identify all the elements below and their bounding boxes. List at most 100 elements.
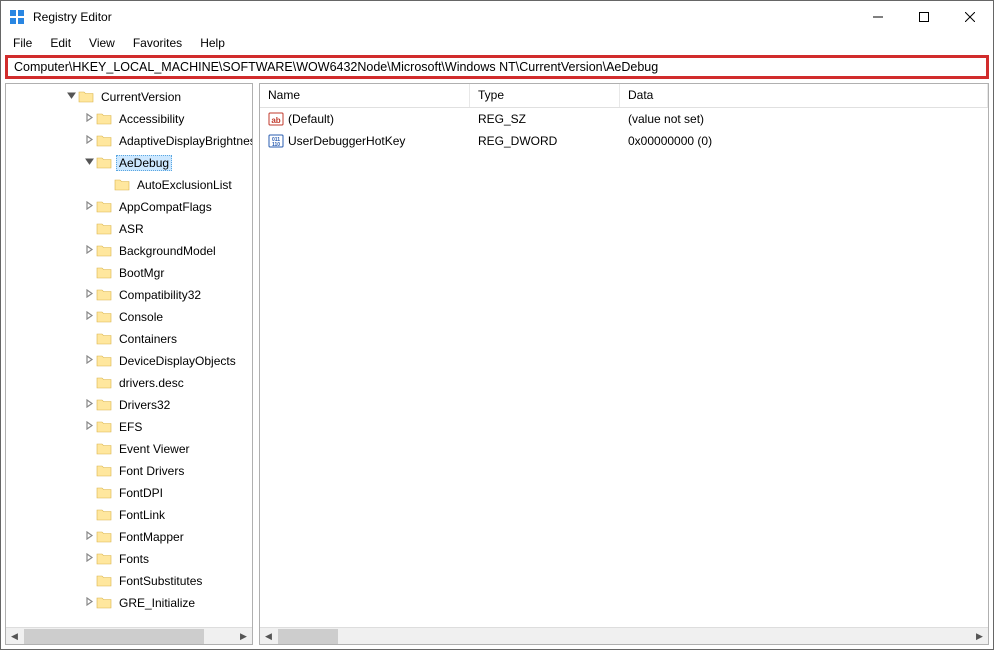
scroll-left-icon[interactable]: ◀ — [260, 628, 277, 645]
menu-file[interactable]: File — [5, 34, 40, 52]
value-type: REG_DWORD — [470, 134, 620, 148]
scroll-thumb[interactable] — [278, 629, 338, 644]
list-horizontal-scrollbar[interactable]: ◀ ▶ — [260, 627, 988, 644]
expand-toggle-icon[interactable] — [82, 399, 96, 411]
value-type: REG_SZ — [470, 112, 620, 126]
value-row[interactable]: 011110UserDebuggerHotKeyREG_DWORD0x00000… — [260, 130, 988, 152]
expand-toggle-icon[interactable] — [82, 289, 96, 301]
folder-icon — [96, 375, 112, 391]
menu-favorites[interactable]: Favorites — [125, 34, 190, 52]
tree-item[interactable]: FontDPI — [6, 482, 252, 504]
menu-edit[interactable]: Edit — [42, 34, 79, 52]
tree-item[interactable]: Font Drivers — [6, 460, 252, 482]
main-area: CurrentVersion Accessibility AdaptiveDispl… — [1, 83, 993, 649]
column-header-data[interactable]: Data — [620, 84, 988, 107]
tree-item[interactable]: Compatibility32 — [6, 284, 252, 306]
address-bar-text: Computer\HKEY_LOCAL_MACHINE\SOFTWARE\WOW… — [14, 60, 658, 74]
tree-item-label: DeviceDisplayObjects — [116, 353, 239, 369]
tree-item-label: ASR — [116, 221, 147, 237]
tree-item-label: Event Viewer — [116, 441, 192, 457]
tree-item[interactable]: Console — [6, 306, 252, 328]
tree-item-label: Drivers32 — [116, 397, 173, 413]
folder-icon — [96, 265, 112, 281]
tree-item[interactable]: GRE_Initialize — [6, 592, 252, 614]
tree-item[interactable]: Drivers32 — [6, 394, 252, 416]
tree-horizontal-scrollbar[interactable]: ◀ ▶ — [6, 627, 252, 644]
tree-item-label: FontSubstitutes — [116, 573, 205, 589]
expand-toggle-icon[interactable] — [82, 531, 96, 543]
tree-item[interactable]: drivers.desc — [6, 372, 252, 394]
window-title: Registry Editor — [33, 10, 855, 24]
tree-item-label: drivers.desc — [116, 375, 187, 391]
folder-icon — [114, 177, 130, 193]
expand-toggle-icon[interactable] — [82, 135, 96, 147]
expand-toggle-icon[interactable] — [82, 311, 96, 323]
tree-item-label: Console — [116, 309, 166, 325]
expand-toggle-icon[interactable] — [82, 553, 96, 565]
tree-item[interactable]: BootMgr — [6, 262, 252, 284]
scroll-thumb[interactable] — [24, 629, 204, 644]
tree-item-label: FontLink — [116, 507, 168, 523]
tree-item[interactable]: Accessibility — [6, 108, 252, 130]
folder-icon — [96, 199, 112, 215]
folder-icon — [96, 133, 112, 149]
menu-view[interactable]: View — [81, 34, 123, 52]
tree-item-label: GRE_Initialize — [116, 595, 198, 611]
tree-item[interactable]: CurrentVersion — [6, 86, 252, 108]
tree-item[interactable]: BackgroundModel — [6, 240, 252, 262]
value-data: (value not set) — [620, 112, 988, 126]
tree-item[interactable]: Fonts — [6, 548, 252, 570]
tree-item-label: AeDebug — [116, 155, 172, 171]
tree-item[interactable]: AutoExclusionList — [6, 174, 252, 196]
folder-icon — [96, 155, 112, 171]
column-header-name[interactable]: Name — [260, 84, 470, 107]
column-header-type[interactable]: Type — [470, 84, 620, 107]
expand-toggle-icon[interactable] — [64, 91, 78, 103]
folder-icon — [96, 485, 112, 501]
menu-help[interactable]: Help — [192, 34, 233, 52]
scroll-right-icon[interactable]: ▶ — [235, 628, 252, 645]
expand-toggle-icon[interactable] — [82, 597, 96, 609]
maximize-button[interactable] — [901, 1, 947, 33]
tree-item[interactable]: DeviceDisplayObjects — [6, 350, 252, 372]
tree-item-label: Accessibility — [116, 111, 187, 127]
expand-toggle-icon[interactable] — [82, 421, 96, 433]
values-list[interactable]: ab(Default)REG_SZ(value not set)011110Us… — [260, 108, 988, 627]
tree-item-label: AppCompatFlags — [116, 199, 215, 215]
tree-item[interactable]: AdaptiveDisplayBrightness — [6, 130, 252, 152]
expand-toggle-icon[interactable] — [82, 245, 96, 257]
tree-item[interactable]: FontLink — [6, 504, 252, 526]
folder-icon — [96, 111, 112, 127]
registry-tree[interactable]: CurrentVersion Accessibility AdaptiveDispl… — [6, 84, 252, 627]
tree-item-label: AutoExclusionList — [134, 177, 235, 193]
expand-toggle-icon[interactable] — [82, 113, 96, 125]
folder-icon — [96, 463, 112, 479]
address-bar[interactable]: Computer\HKEY_LOCAL_MACHINE\SOFTWARE\WOW… — [5, 55, 989, 79]
expand-toggle-icon[interactable] — [82, 157, 96, 169]
close-button[interactable] — [947, 1, 993, 33]
tree-item[interactable]: Event Viewer — [6, 438, 252, 460]
tree-item[interactable]: FontSubstitutes — [6, 570, 252, 592]
tree-item-label: Compatibility32 — [116, 287, 204, 303]
minimize-button[interactable] — [855, 1, 901, 33]
window-controls — [855, 1, 993, 33]
string-value-icon: ab — [268, 111, 284, 127]
tree-item[interactable]: AppCompatFlags — [6, 196, 252, 218]
expand-toggle-icon[interactable] — [82, 201, 96, 213]
minimize-icon — [873, 12, 883, 22]
tree-item-label: FontDPI — [116, 485, 166, 501]
tree-item[interactable]: FontMapper — [6, 526, 252, 548]
maximize-icon — [919, 12, 929, 22]
scroll-right-icon[interactable]: ▶ — [971, 628, 988, 645]
value-data: 0x00000000 (0) — [620, 134, 988, 148]
tree-item[interactable]: AeDebug — [6, 152, 252, 174]
scroll-left-icon[interactable]: ◀ — [6, 628, 23, 645]
tree-item[interactable]: ASR — [6, 218, 252, 240]
tree-item[interactable]: Containers — [6, 328, 252, 350]
menubar: File Edit View Favorites Help — [1, 33, 993, 53]
value-row[interactable]: ab(Default)REG_SZ(value not set) — [260, 108, 988, 130]
tree-item-label: EFS — [116, 419, 145, 435]
tree-item[interactable]: EFS — [6, 416, 252, 438]
tree-item-label: BackgroundModel — [116, 243, 219, 259]
expand-toggle-icon[interactable] — [82, 355, 96, 367]
